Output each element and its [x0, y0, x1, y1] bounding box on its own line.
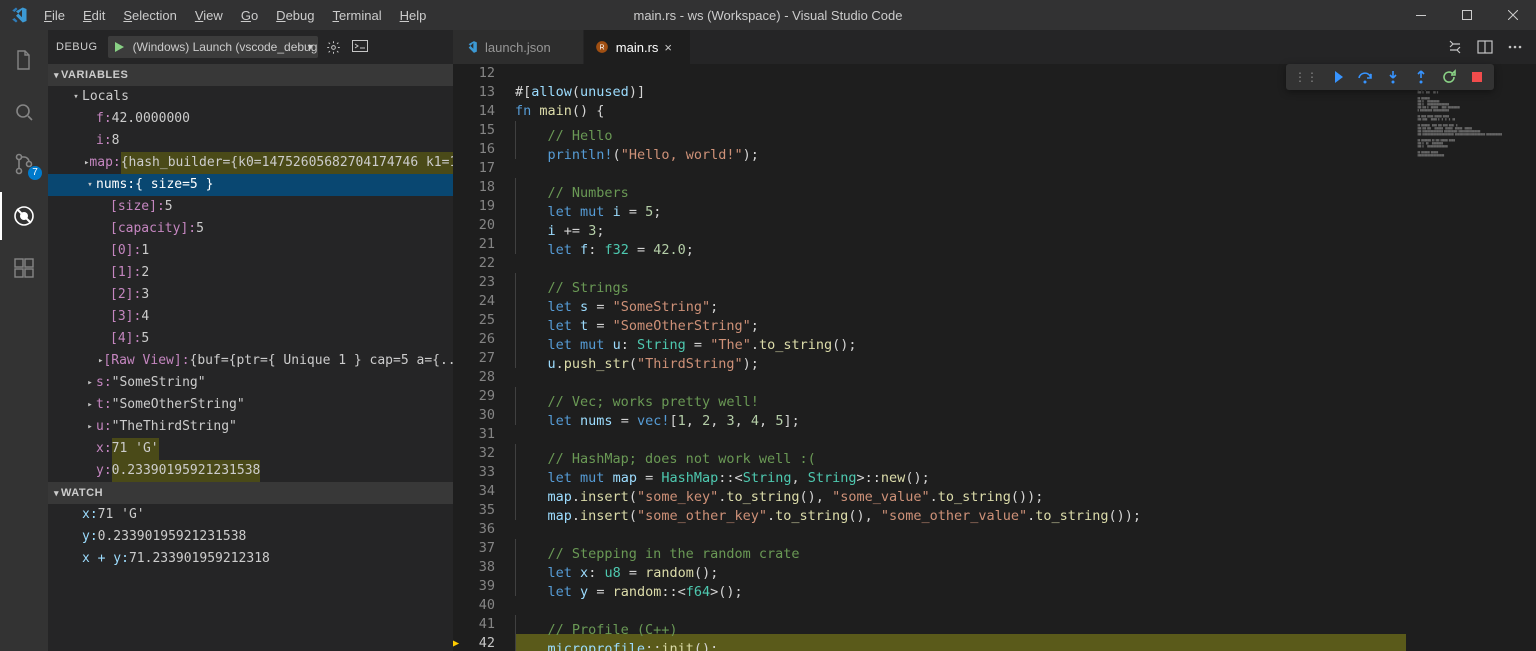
vs-file-icon — [463, 39, 479, 55]
stop-icon[interactable] — [1464, 64, 1490, 90]
menu-help[interactable]: Help — [392, 4, 435, 27]
rust-file-icon: R — [594, 39, 610, 55]
titlebar: File Edit Selection View Go Debug Termin… — [0, 0, 1536, 30]
restart-icon[interactable] — [1436, 64, 1462, 90]
continue-icon[interactable] — [1324, 64, 1350, 90]
code-editor[interactable]: 1213141516171819202122232425262728293031… — [453, 64, 1536, 651]
var-nums[interactable]: ▾nums: { size=5 } — [48, 174, 453, 196]
var-s[interactable]: ▸s: "SomeString" — [48, 372, 453, 394]
line-gutter: 1213141516171819202122232425262728293031… — [453, 64, 511, 651]
scm-badge: 7 — [28, 166, 42, 180]
search-icon[interactable] — [0, 88, 48, 136]
menu-edit[interactable]: Edit — [75, 4, 113, 27]
menu-terminal[interactable]: Terminal — [324, 4, 389, 27]
variables-label: VARIABLES — [61, 69, 128, 81]
step-into-icon[interactable] — [1380, 64, 1406, 90]
watch-header[interactable]: ▾WATCH — [48, 482, 453, 504]
debug-toolbar[interactable]: ⋮⋮ — [1286, 64, 1494, 90]
debug-sidebar: DEBUG (Windows) Launch (vscode_debug_exa… — [48, 30, 453, 651]
watch-y[interactable]: y: 0.23390195921231538 — [48, 526, 453, 548]
variables-header[interactable]: ▾VARIABLES — [48, 64, 453, 86]
tab-main-rs[interactable]: R main.rs × — [584, 30, 692, 64]
launch-config[interactable]: (Windows) Launch (vscode_debug_exa — [108, 36, 318, 58]
tab-label: launch.json — [485, 40, 551, 55]
menu-file[interactable]: File — [36, 4, 73, 27]
drag-handle-icon[interactable]: ⋮⋮ — [1290, 70, 1322, 84]
debug-console-icon[interactable] — [350, 36, 370, 58]
code-content[interactable]: #[allow(unused)]fn main() { // Hello pri… — [511, 64, 1406, 651]
watch-label: WATCH — [61, 487, 103, 499]
var-nums-4[interactable]: [4]: 5 — [48, 328, 453, 350]
var-nums-raw[interactable]: ▸[Raw View]: {buf={ptr={ Unique 1 } cap=… — [48, 350, 453, 372]
watch-x[interactable]: x: 71 'G' — [48, 504, 453, 526]
menubar: File Edit Selection View Go Debug Termin… — [36, 4, 434, 27]
explorer-icon[interactable] — [0, 36, 48, 84]
watch-xy[interactable]: x + y: 71.233901959212318 — [48, 548, 453, 570]
maximize-button[interactable] — [1444, 0, 1490, 30]
var-nums-1[interactable]: [1]: 2 — [48, 262, 453, 284]
var-f[interactable]: f: 42.0000000 — [48, 108, 453, 130]
editor-tabs: launch.json R main.rs × — [453, 30, 1536, 64]
editor-area: launch.json R main.rs × ⋮⋮ — [453, 30, 1536, 651]
var-t[interactable]: ▸t: "SomeOtherString" — [48, 394, 453, 416]
var-nums-0[interactable]: [0]: 1 — [48, 240, 453, 262]
locals-scope[interactable]: ▾Locals — [48, 86, 453, 108]
tab-label: main.rs — [616, 40, 659, 55]
tab-launch-json[interactable]: launch.json — [453, 30, 584, 64]
watch-tree: x: 71 'G' y: 0.23390195921231538 x + y: … — [48, 504, 453, 570]
debug-icon[interactable] — [0, 192, 48, 240]
variables-tree: ▾Locals f: 42.0000000 i: 8 ▸map: {hash_b… — [48, 86, 453, 482]
var-i[interactable]: i: 8 — [48, 130, 453, 152]
close-button[interactable] — [1490, 0, 1536, 30]
var-x[interactable]: x: 71 'G' — [48, 438, 453, 460]
window-controls — [1398, 0, 1536, 30]
debug-header: DEBUG (Windows) Launch (vscode_debug_exa — [48, 30, 453, 64]
vscode-logo-icon — [8, 4, 30, 26]
minimize-button[interactable] — [1398, 0, 1444, 30]
scm-icon[interactable]: 7 — [0, 140, 48, 188]
minimap[interactable]: ████ ██████ ██ ████ █ ██ ████ ████████ █… — [1406, 64, 1536, 651]
var-nums-3[interactable]: [3]: 4 — [48, 306, 453, 328]
menu-go[interactable]: Go — [233, 4, 266, 27]
var-nums-size[interactable]: [size]: 5 — [48, 196, 453, 218]
activity-bar: 7 — [0, 30, 48, 651]
close-icon[interactable]: × — [664, 40, 680, 55]
var-nums-2[interactable]: [2]: 3 — [48, 284, 453, 306]
more-icon[interactable] — [1504, 36, 1526, 58]
var-y[interactable]: y: 0.23390195921231538 — [48, 460, 453, 482]
menu-view[interactable]: View — [187, 4, 231, 27]
var-nums-capacity[interactable]: [capacity]: 5 — [48, 218, 453, 240]
step-over-icon[interactable] — [1352, 64, 1378, 90]
svg-text:R: R — [599, 44, 604, 51]
start-debug-icon[interactable] — [109, 41, 129, 53]
var-map[interactable]: ▸map: {hash_builder={k0=1475260568270417… — [48, 152, 453, 174]
step-out-icon[interactable] — [1408, 64, 1434, 90]
var-u[interactable]: ▸u: "TheThirdString" — [48, 416, 453, 438]
launch-config-name[interactable]: (Windows) Launch (vscode_debug_exa — [129, 40, 317, 54]
gear-icon[interactable] — [324, 36, 344, 58]
split-editor-icon[interactable] — [1474, 36, 1496, 58]
menu-debug[interactable]: Debug — [268, 4, 322, 27]
compare-changes-icon[interactable] — [1444, 36, 1466, 58]
menu-selection[interactable]: Selection — [115, 4, 184, 27]
debug-label: DEBUG — [56, 41, 98, 53]
extensions-icon[interactable] — [0, 244, 48, 292]
